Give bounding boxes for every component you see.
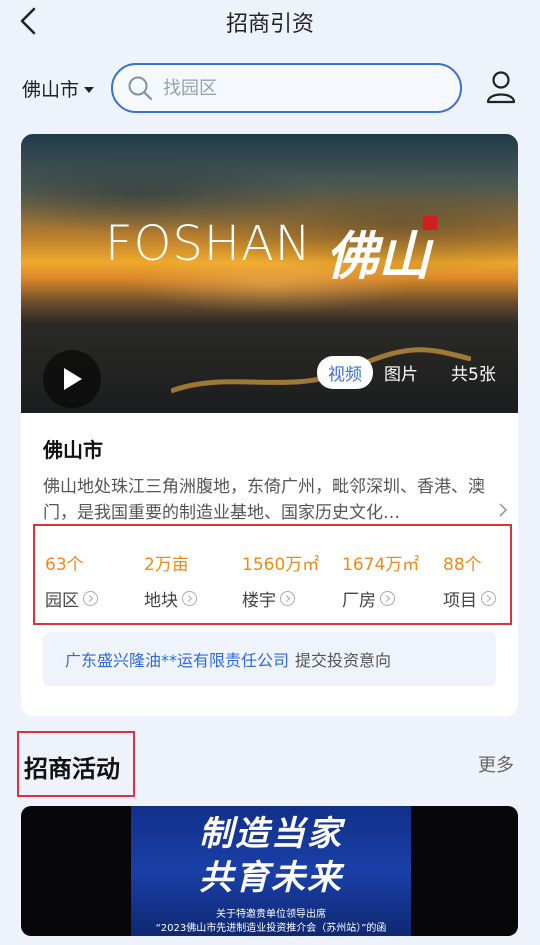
play-icon [64, 368, 82, 390]
search-box[interactable] [111, 63, 462, 113]
city-selector[interactable]: 佛山市 [22, 75, 95, 102]
more-link[interactable]: 更多 [478, 751, 514, 777]
stat-value: 1560万㎡ [242, 555, 320, 575]
city-hero-media[interactable]: FOSHAN 佛山 视频 图片 共5张 [21, 134, 518, 413]
caret-down-icon [84, 86, 95, 93]
stat-value: 1674万㎡ [342, 555, 420, 575]
circle-arrow-icon [83, 591, 98, 606]
banner-line-3: 关于特邀贵单位领导出席 [216, 909, 326, 920]
stat-label: 项目 [443, 591, 477, 611]
nav-bar: 招商引资 [0, 0, 540, 44]
circle-arrow-icon [380, 591, 395, 606]
red-seal-icon [423, 216, 437, 230]
chevron-right-icon[interactable] [496, 503, 510, 517]
banner-line-4: “2023佛山市先进制造业投资推介会（苏州站）”的函 [155, 923, 387, 934]
photo-count: 共5张 [451, 365, 496, 385]
city-name: 佛山市 [43, 438, 103, 462]
stat-label: 园区 [45, 591, 79, 611]
stats-panel: 63个 园区 2万亩 地块 1560万㎡ 楼宇 1674万㎡ 厂房 88个 项目 [33, 524, 512, 625]
investment-notice[interactable]: 广东盛兴隆油**运有限责任公司 提交投资意向 [43, 632, 496, 686]
circle-arrow-icon [280, 591, 295, 606]
search-icon [128, 76, 153, 101]
city-description[interactable]: 佛山地处珠江三角洲腹地，东倚广州，毗邻深圳、香港、澳门，是我国重要的制造业基地、… [43, 474, 498, 526]
circle-arrow-icon [481, 591, 496, 606]
brand-text-cn: 佛山 [326, 226, 431, 287]
city-label: 佛山市 [22, 79, 80, 101]
notice-text: 提交投资意向 [295, 651, 392, 670]
tab-video[interactable]: 视频 [317, 355, 373, 389]
search-input[interactable] [163, 77, 443, 99]
search-row: 佛山市 [0, 62, 540, 114]
circle-arrow-icon [182, 591, 197, 606]
stat-value: 2万亩 [144, 555, 189, 575]
page-title: 招商引资 [225, 12, 314, 37]
notice-company: 广东盛兴隆油**运有限责任公司 [65, 651, 290, 670]
stat-value: 88个 [443, 555, 482, 575]
user-profile-icon[interactable] [486, 70, 516, 104]
banner-line-1: 制造当家 [199, 814, 343, 854]
activity-banner[interactable]: 制造当家 共育未来 关于特邀贵单位领导出席 “2023佛山市先进制造业投资推介会… [21, 806, 518, 936]
brand-text-en: FOSHAN [105, 216, 312, 272]
stat-label: 厂房 [342, 591, 376, 611]
media-tabs: 视频 图片 [317, 355, 429, 389]
stat-label: 地块 [144, 591, 178, 611]
stat-label: 楼宇 [242, 591, 276, 611]
banner-line-2: 共育未来 [199, 858, 343, 898]
city-card: FOSHAN 佛山 视频 图片 共5张 佛山市 佛山地处珠江三角洲腹地，东倚广州… [21, 134, 518, 716]
section-title: 招商活动 [24, 755, 120, 783]
tab-photo[interactable]: 图片 [373, 356, 429, 389]
stat-value: 63个 [45, 555, 84, 575]
play-button[interactable] [43, 350, 101, 408]
section-header-box: 招商活动 [17, 731, 135, 797]
